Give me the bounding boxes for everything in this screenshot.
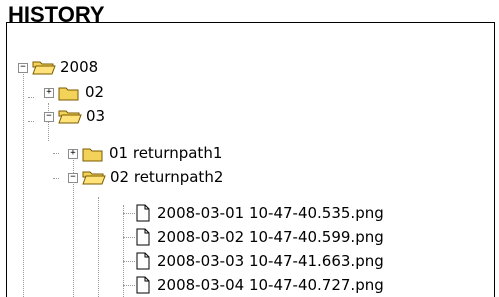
collapse-toggle[interactable]	[44, 112, 54, 122]
expand-toggle[interactable]	[44, 88, 54, 98]
tree-node-02[interactable]: 02	[7, 81, 494, 103]
tree-node-label[interactable]: 01 returnpath1	[109, 142, 222, 164]
tree-node-03[interactable]: 03	[7, 105, 494, 127]
tree-node-label[interactable]: 2008-03-04 10-47-40.727.png	[157, 274, 384, 296]
folder-icon	[58, 85, 80, 107]
tree-file-item[interactable]: 2008-03-03 10-47-41.663.png	[7, 250, 494, 272]
folder-open-icon	[32, 59, 56, 81]
collapse-toggle[interactable]	[68, 173, 78, 183]
tree-file-item[interactable]: 2008-03-01 10-47-40.535.png	[7, 202, 494, 224]
file-icon	[136, 228, 150, 252]
tree-node-label[interactable]: 02 returnpath2	[110, 166, 223, 188]
collapse-toggle[interactable]	[18, 63, 28, 73]
history-tree: 2008 02 03 01 returnpath1	[7, 23, 494, 297]
tree-node-label[interactable]: 02	[85, 81, 104, 103]
tree-node-label[interactable]: 2008-03-03 10-47-41.663.png	[157, 250, 384, 272]
tree-file-item[interactable]: 2008-03-02 10-47-40.599.png	[7, 226, 494, 248]
tree-file-item[interactable]: 2008-03-04 10-47-40.727.png	[7, 274, 494, 296]
file-icon	[136, 276, 150, 297]
tree-node-returnpath2[interactable]: 02 returnpath2	[7, 166, 494, 188]
folder-open-icon	[82, 169, 106, 191]
tree-node-label[interactable]: 2008-03-01 10-47-40.535.png	[157, 202, 384, 224]
tree-node-label[interactable]: 2008	[60, 56, 98, 78]
expand-toggle[interactable]	[68, 149, 78, 159]
tree-node-label[interactable]: 03	[86, 105, 105, 127]
tree-node-returnpath1[interactable]: 01 returnpath1	[7, 142, 494, 164]
tree-node-label[interactable]: 2008-03-02 10-47-40.599.png	[157, 226, 384, 248]
history-panel: 2008 02 03 01 returnpath1	[6, 22, 495, 297]
file-icon	[136, 204, 150, 228]
file-icon	[136, 252, 150, 276]
tree-node-2008[interactable]: 2008	[7, 56, 494, 78]
folder-icon	[82, 146, 104, 168]
folder-open-icon	[58, 108, 82, 130]
